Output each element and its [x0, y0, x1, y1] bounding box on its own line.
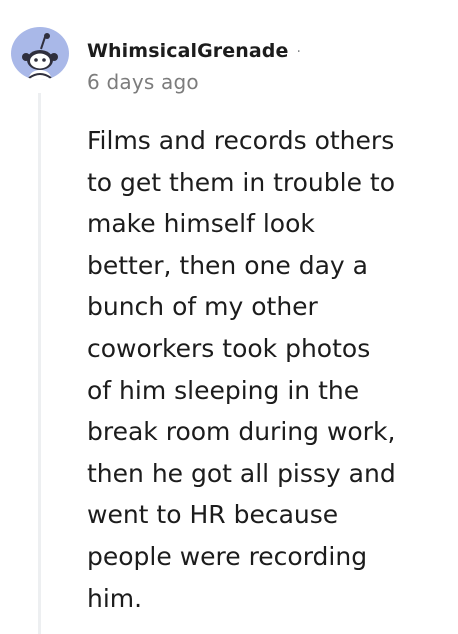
username[interactable]: WhimsicalGrenade [87, 40, 289, 62]
comment-line: him. [87, 583, 143, 613]
comment-line: better, then one day a [87, 250, 368, 280]
timestamp[interactable]: 6 days ago [87, 70, 458, 94]
separator-dot: · [296, 44, 301, 60]
comment-line: make himself look [87, 209, 315, 239]
author-row: WhimsicalGrenade · [87, 38, 458, 64]
comment-line: to get them in trouble to [87, 167, 396, 197]
comment-line: of him sleeping in the [87, 375, 360, 405]
comment-line: bunch of my other [87, 292, 318, 322]
comment: WhimsicalGrenade · 6 days ago Films and … [0, 0, 458, 634]
comment-line: coworkers took photos [87, 333, 371, 363]
comment-meta: WhimsicalGrenade · 6 days ago [87, 38, 458, 94]
comment-line: then he got all pissy and [87, 458, 396, 488]
reddit-snoo-icon [22, 33, 58, 80]
thread-line[interactable] [38, 93, 41, 634]
avatar[interactable] [11, 27, 69, 80]
comment-line: people were recording [87, 541, 368, 571]
comment-line: Films and records others [87, 126, 395, 155]
comment-body: Films and records others to get them in … [87, 120, 437, 619]
comment-line: went to HR because [87, 500, 339, 530]
comment-line: break room during work, [87, 417, 396, 447]
